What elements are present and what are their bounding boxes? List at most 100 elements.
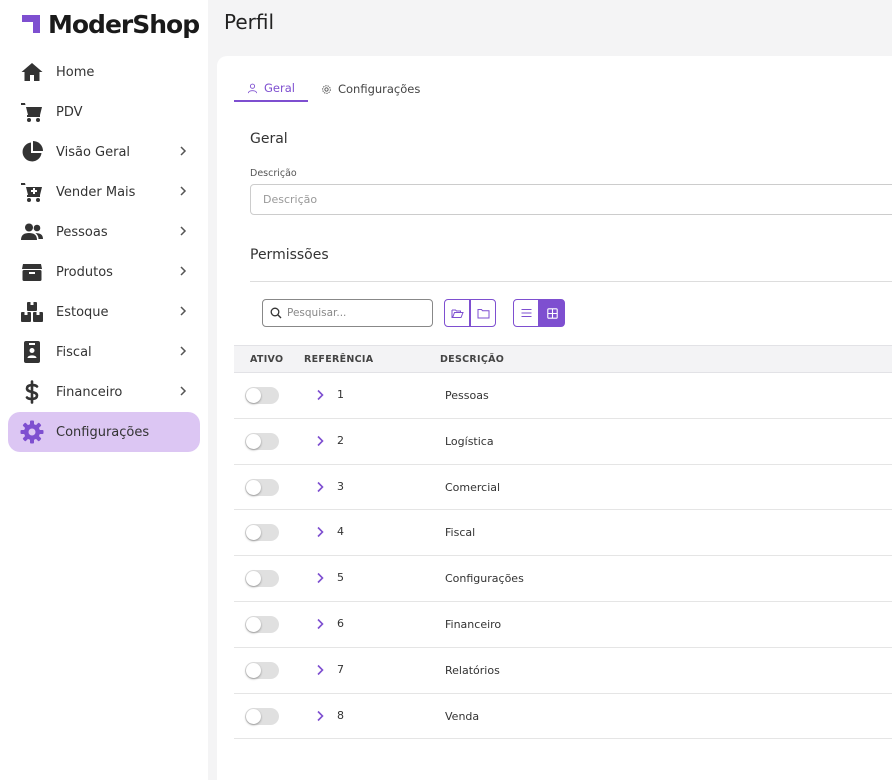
sidebar-item-pdv[interactable]: PDV [8,92,200,132]
tab-geral[interactable]: Geral [234,76,308,102]
row-description: Venda [445,709,480,723]
row-reference: 1 [337,388,344,401]
box-icon [20,260,44,284]
active-toggle[interactable] [245,432,279,450]
column-header-ativo[interactable]: ATIVO [250,354,283,365]
logo[interactable]: ModerShop [20,8,200,40]
row-reference: 5 [337,571,344,585]
sidebar-item-fiscal[interactable]: Fiscal [8,332,200,372]
section-title-geral: Geral [250,131,288,147]
table-row: 3 Comercial [234,465,892,511]
active-toggle[interactable] [245,524,279,542]
active-toggle[interactable] [245,570,279,588]
table-row: 5 Configurações [234,556,892,602]
page-title: Perfil [224,10,275,34]
active-toggle[interactable] [245,615,279,633]
people-icon [20,220,44,244]
sidebar-item-label: Visão Geral [56,144,131,160]
grid-view-button[interactable] [539,299,565,327]
chevron-right-icon[interactable] [315,480,325,494]
row-reference: 7 [337,662,344,676]
tab-label: Geral [264,81,295,95]
chevron-right-icon[interactable] [315,434,325,448]
chevron-right-icon [180,226,187,236]
sidebar-item-label: Financeiro [56,384,123,400]
sidebar-item-label: Pessoas [56,224,108,240]
tab-bar: Geral Configurações [234,76,433,102]
row-reference: 6 [337,616,344,630]
sidebar-item-produtos[interactable]: Produtos [8,252,200,292]
chevron-right-icon[interactable] [315,525,325,539]
row-reference: 2 [337,433,344,447]
pie-chart-icon [20,140,44,164]
column-header-referencia[interactable]: REFERÊNCIA [304,354,373,365]
gear-icon [322,84,331,94]
toggle-knob [246,433,261,449]
chevron-right-icon[interactable] [315,617,325,631]
toggle-knob [246,708,261,724]
sidebar-item-label: Produtos [56,264,113,280]
chevron-right-icon [180,186,187,196]
user-icon [247,83,258,93]
sidebar-item-label: Home [56,64,95,80]
chevron-right-icon[interactable] [315,388,325,402]
sidebar-item-configuracoes[interactable]: Configurações [8,412,200,452]
home-icon [20,60,44,84]
toggle-knob [246,616,261,632]
tab-configuracoes[interactable]: Configurações [308,76,433,102]
column-header-descricao[interactable]: DESCRIÇÃO [440,354,504,365]
cart-plus-icon [20,180,44,204]
sidebar-item-label: Vender Mais [56,184,136,200]
sidebar-item-estoque[interactable]: Estoque [8,292,200,332]
sidebar-item-label: Configurações [56,424,150,440]
description-label: Descrição [250,168,297,179]
active-toggle[interactable] [245,387,279,404]
chevron-right-icon [180,386,187,396]
description-input[interactable] [250,184,892,215]
table-body: 1 Pessoas 2 Logística 3 Comercial 4 Fisc… [234,373,892,740]
chevron-right-icon[interactable] [315,571,325,585]
boxes-icon [20,300,44,324]
row-description: Pessoas [445,389,489,402]
table-row: 8 Venda [234,694,892,740]
sidebar-item-financeiro[interactable]: Financeiro [8,372,200,412]
tab-label: Configurações [337,82,421,96]
table-row: 4 Fiscal [234,510,892,557]
sidebar-item-visao-geral[interactable]: Visão Geral [8,132,200,172]
sidebar-item-pessoas[interactable]: Pessoas [8,212,200,252]
sidebar-item-label: PDV [56,104,83,120]
profile-card: Geral Configurações Geral Descrição Perm… [217,56,892,780]
dollar-icon [20,380,44,404]
toggle-knob [246,571,261,587]
sidebar-item-label: Fiscal [56,344,92,360]
row-description: Logística [445,434,494,448]
expand-all-button[interactable] [444,299,470,327]
section-divider [250,281,892,282]
badge-icon [20,340,44,364]
sidebar-item-vender-mais[interactable]: Vender Mais [8,172,200,212]
chevron-right-icon [180,266,187,276]
chevron-right-icon[interactable] [315,663,325,677]
chevron-right-icon[interactable] [315,709,325,723]
chevron-right-icon [180,146,187,156]
row-description: Relatórios [445,663,500,677]
chevron-right-icon [180,346,187,356]
table-row: 2 Logística [234,419,892,465]
collapse-all-button[interactable] [470,299,496,327]
row-description: Comercial [445,480,501,494]
active-toggle[interactable] [245,661,279,679]
search-icon [270,307,282,319]
sidebar-nav: Home PDV Visão Geral Vender Mais Pessoas… [8,52,200,452]
cart-icon [20,100,44,124]
toggle-knob [246,388,261,403]
row-description: Configurações [445,572,524,586]
table-row: 7 Relatórios [234,648,892,694]
list-icon [521,308,531,318]
active-toggle[interactable] [245,478,279,496]
list-view-button[interactable] [513,299,539,327]
row-reference: 8 [337,708,344,722]
sidebar-item-home[interactable]: Home [8,52,200,92]
search-input[interactable] [287,307,427,319]
active-toggle[interactable] [245,707,279,725]
row-reference: 3 [337,479,344,493]
